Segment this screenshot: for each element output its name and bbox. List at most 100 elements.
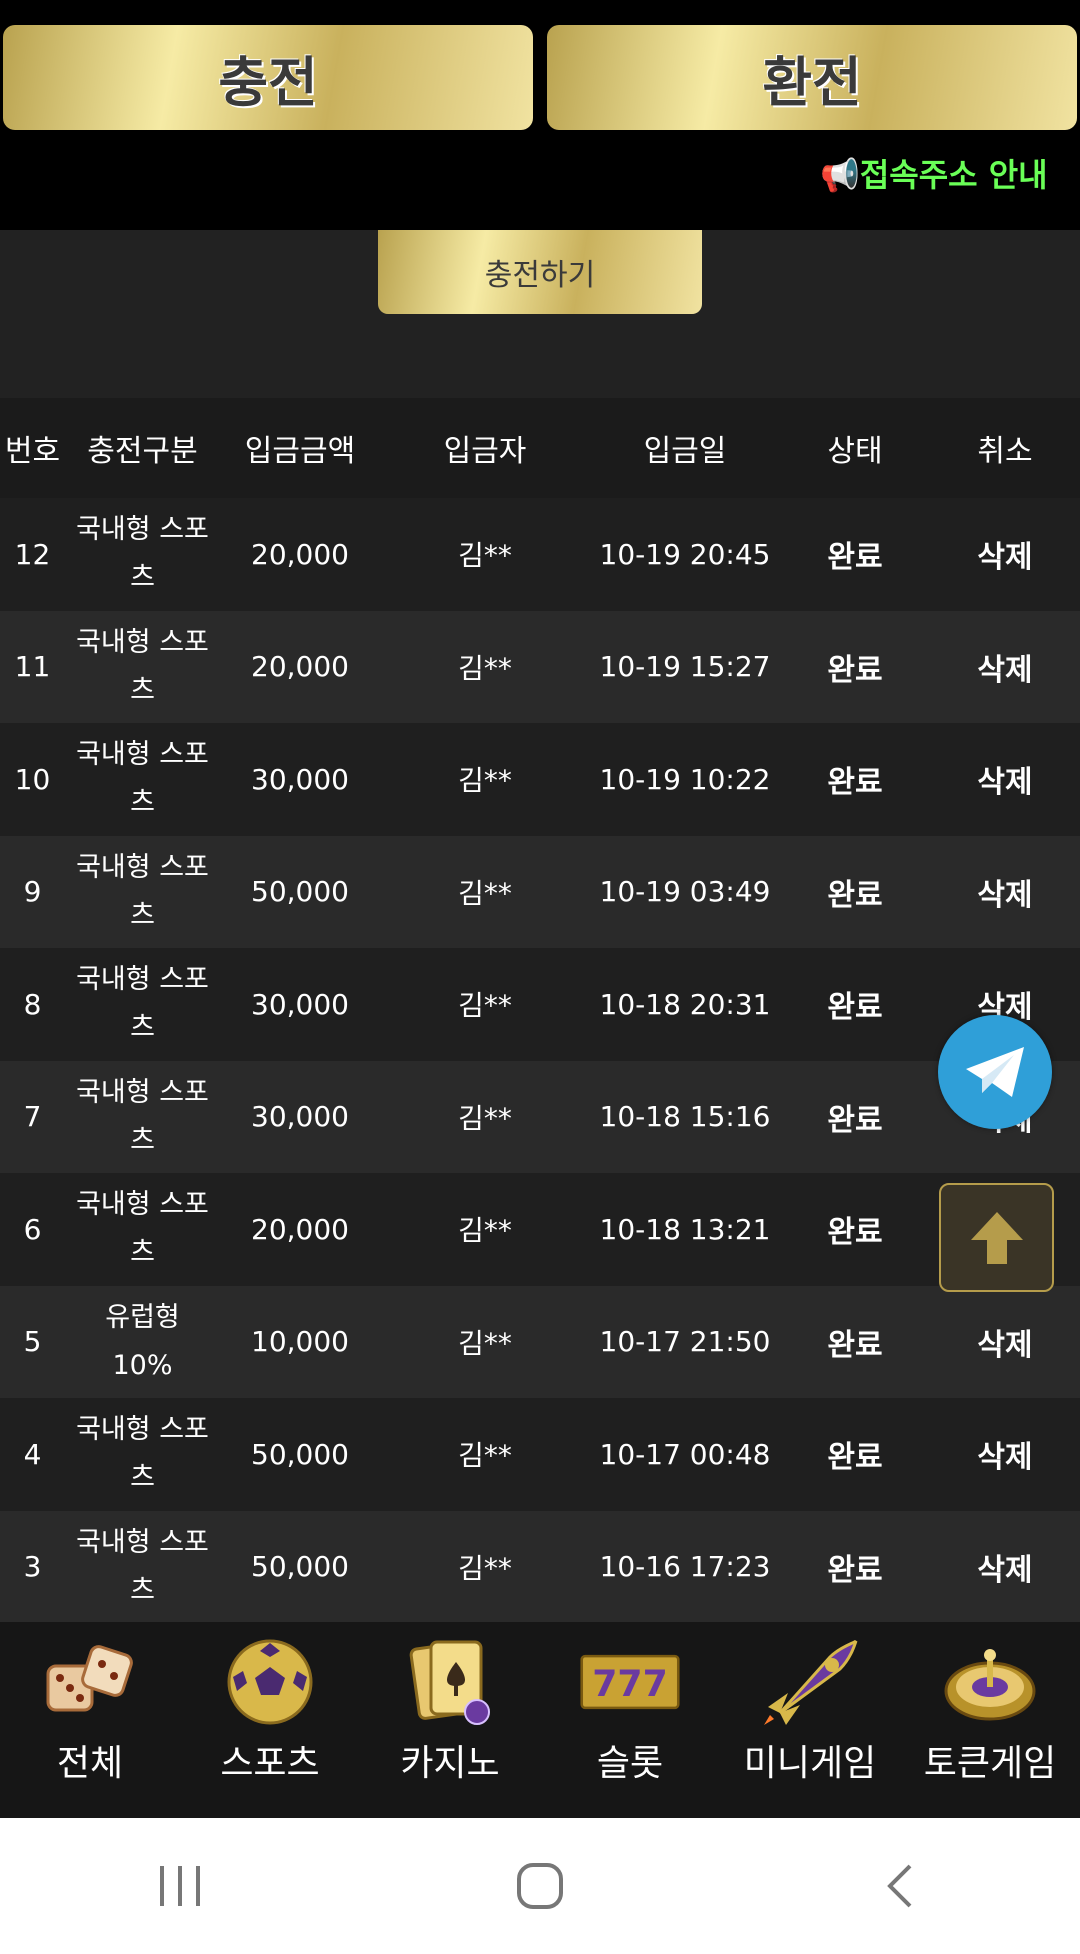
row-amount: 30,000 xyxy=(220,1060,380,1173)
nav-item-all[interactable]: 전체 xyxy=(0,1622,180,1818)
recent-apps-button[interactable] xyxy=(120,1846,240,1926)
row-status: 완료 xyxy=(780,948,930,1061)
nav-item-sports[interactable]: 스포츠 xyxy=(180,1622,360,1818)
row-type: 국내형 스포츠 xyxy=(65,610,220,723)
table-row: 7국내형 스포츠30,000김**10-18 15:16완료삭제 xyxy=(0,1060,1080,1173)
table-row: 6국내형 스포츠20,000김**10-18 13:21완료삭제 xyxy=(0,1173,1080,1286)
row-date: 10-19 03:49 xyxy=(590,835,780,948)
row-depositor: 김** xyxy=(380,1510,590,1622)
row-status: 완료 xyxy=(780,723,930,836)
nav-label: 토큰게임 xyxy=(923,1743,1057,1784)
nav-label: 전체 xyxy=(56,1743,124,1784)
row-depositor: 김** xyxy=(380,835,590,948)
nav-item-casino[interactable]: 카지노 xyxy=(360,1622,540,1818)
row-status: 완료 xyxy=(780,498,930,611)
charge-tab-button[interactable]: 충전 xyxy=(3,25,533,130)
charge-history-table: 번호 충전구분 입금금액 입금자 입금일 상태 취소 12 국내형 스포츠 20,0… xyxy=(0,398,1080,1622)
row-date: 10-19 10:22 xyxy=(590,723,780,836)
table-row: 9 국내형 스포츠 50,000 김** 10-19 03:49 완료 삭제 xyxy=(0,835,1080,948)
home-icon xyxy=(517,1863,563,1909)
row-amount: 20,000 xyxy=(220,610,380,723)
back-icon xyxy=(887,1864,912,1908)
row-depositor: 김** xyxy=(380,1173,590,1286)
row-cancel-button[interactable]: 삭제 xyxy=(930,1398,1080,1511)
notice-marquee[interactable]: 📢접속주소 안내 xyxy=(820,150,1048,196)
row-depositor: 김** xyxy=(380,1398,590,1511)
row-number: 12 xyxy=(0,498,65,611)
row-depositor: 김** xyxy=(380,1285,590,1398)
nav-item-minigame[interactable]: 미니게임 xyxy=(720,1622,900,1818)
row-date: 10-18 15:16 xyxy=(590,1060,780,1173)
row-amount: 10,000 xyxy=(220,1285,380,1398)
charge-submit-button[interactable]: 충전하기 xyxy=(378,230,702,314)
roulette-icon xyxy=(940,1636,1040,1728)
row-number: 7 xyxy=(0,1060,65,1173)
table-row: 10 국내형 스포츠 30,000 김** 10-19 10:22 완료 삭제 xyxy=(0,723,1080,836)
scroll-to-top-button[interactable] xyxy=(939,1183,1054,1292)
table-row: 12 국내형 스포츠 20,000 김** 10-19 20:45 완료 삭제 xyxy=(0,498,1080,611)
col-header-number: 번호 xyxy=(0,398,65,498)
row-amount: 30,000 xyxy=(220,723,380,836)
dice-icon xyxy=(40,1636,140,1728)
nav-label: 스포츠 xyxy=(220,1743,320,1784)
row-type: 국내형 스포츠 xyxy=(65,1060,220,1173)
row-amount: 50,000 xyxy=(220,1510,380,1622)
back-button[interactable] xyxy=(840,1846,960,1926)
row-date: 10-19 15:27 xyxy=(590,610,780,723)
row-depositor: 김** xyxy=(380,948,590,1061)
row-number: 6 xyxy=(0,1173,65,1286)
row-amount: 20,000 xyxy=(220,498,380,611)
playing-cards-icon xyxy=(400,1636,500,1728)
nav-item-token-game[interactable]: 토큰게임 xyxy=(900,1622,1080,1818)
col-header-status: 상태 xyxy=(780,398,930,498)
row-date: 10-18 13:21 xyxy=(590,1173,780,1286)
row-number: 9 xyxy=(0,835,65,948)
bottom-game-nav: 전체 스포츠 카지노 777 슬롯 미니게임 토큰게임 xyxy=(0,1622,1080,1818)
row-status: 완료 xyxy=(780,835,930,948)
soccer-ball-icon xyxy=(220,1636,320,1728)
row-type: 국내형 스포츠 xyxy=(65,835,220,948)
row-cancel-button[interactable]: 삭제 xyxy=(930,1285,1080,1398)
recent-apps-icon xyxy=(160,1866,200,1906)
slot-777-icon: 777 xyxy=(580,1636,680,1728)
nav-item-slot[interactable]: 777 슬롯 xyxy=(540,1622,720,1818)
row-amount: 20,000 xyxy=(220,1173,380,1286)
row-status: 완료 xyxy=(780,1173,930,1286)
nav-label: 카지노 xyxy=(400,1743,500,1784)
row-status: 완료 xyxy=(780,1285,930,1398)
row-cancel-button[interactable]: 삭제 xyxy=(930,498,1080,611)
row-cancel-button[interactable]: 삭제 xyxy=(930,1510,1080,1622)
row-number: 4 xyxy=(0,1398,65,1511)
table-header-row: 번호 충전구분 입금금액 입금자 입금일 상태 취소 xyxy=(0,398,1080,498)
col-header-cancel: 취소 xyxy=(930,398,1080,498)
col-header-date: 입금일 xyxy=(590,398,780,498)
home-button[interactable] xyxy=(480,1846,600,1926)
row-cancel-button[interactable]: 삭제 xyxy=(930,835,1080,948)
row-number: 5 xyxy=(0,1285,65,1398)
row-type: 국내형 스포츠 xyxy=(65,948,220,1061)
telegram-button[interactable] xyxy=(938,1015,1052,1129)
row-date: 10-17 00:48 xyxy=(590,1398,780,1511)
row-depositor: 김** xyxy=(380,723,590,836)
row-cancel-button[interactable]: 삭제 xyxy=(930,610,1080,723)
table-row: 11 국내형 스포츠 20,000 김** 10-19 15:27 완료 삭제 xyxy=(0,610,1080,723)
row-amount: 30,000 xyxy=(220,948,380,1061)
row-date: 10-17 21:50 xyxy=(590,1285,780,1398)
charge-history-panel: 충전하기 번호 충전구분 입금금액 입금자 입금일 상태 취소 12 국내형 스포… xyxy=(0,230,1080,1622)
table-row: 4 국내형 스포츠 50,000 김** 10-17 00:48 완료 삭제 xyxy=(0,1398,1080,1511)
exchange-tab-button[interactable]: 환전 xyxy=(547,25,1077,130)
row-cancel-button[interactable]: 삭제 xyxy=(930,723,1080,836)
row-status: 완료 xyxy=(780,1060,930,1173)
nav-label: 미니게임 xyxy=(743,1743,877,1784)
row-status: 완료 xyxy=(780,610,930,723)
row-date: 10-18 20:31 xyxy=(590,948,780,1061)
row-amount: 50,000 xyxy=(220,1398,380,1511)
row-number: 3 xyxy=(0,1510,65,1622)
row-type: 국내형 스포츠 xyxy=(65,498,220,611)
row-depositor: 김** xyxy=(380,610,590,723)
table-row: 3 국내형 스포츠 50,000 김** 10-16 17:23 완료 삭제 xyxy=(0,1510,1080,1622)
col-header-amount: 입금금액 xyxy=(220,398,380,498)
row-status: 완료 xyxy=(780,1398,930,1511)
row-amount: 50,000 xyxy=(220,835,380,948)
row-number: 11 xyxy=(0,610,65,723)
